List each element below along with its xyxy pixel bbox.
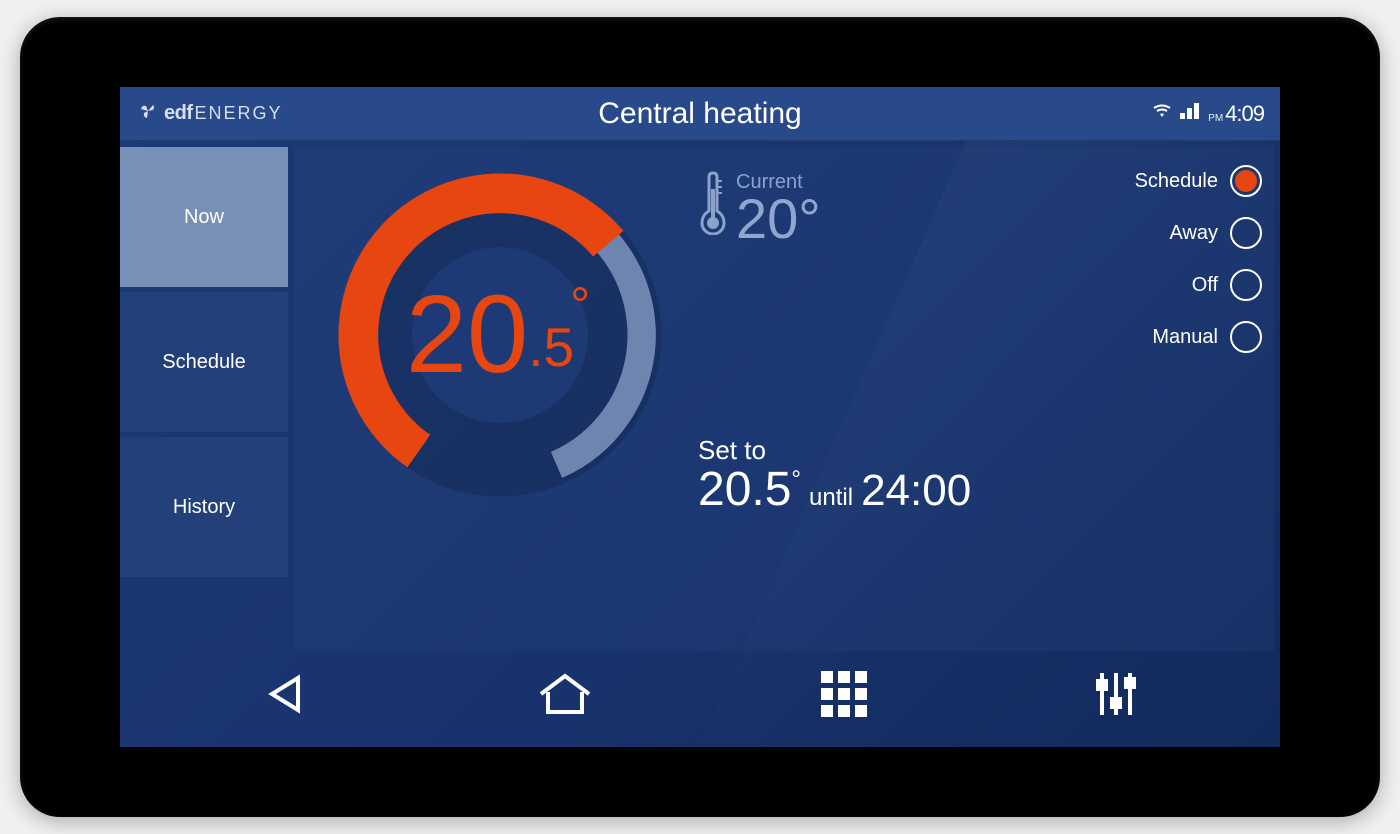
mode-away[interactable]: Away [1135,217,1262,249]
radio-icon [1230,269,1262,301]
swirl-icon [136,99,160,128]
mode-label: Away [1169,222,1218,245]
brand-logo: eDF ENERGY [136,99,283,128]
back-button[interactable] [254,662,318,731]
apps-button[interactable] [811,661,877,732]
mode-manual[interactable]: Manual [1135,321,1262,353]
signal-icon [1180,103,1200,124]
current-value: 20° [736,194,821,244]
clock: PM 4:09 [1208,101,1264,127]
mode-schedule[interactable]: Schedule [1135,165,1262,197]
navbar [120,651,1280,741]
wifi-icon [1152,103,1172,124]
sidebar-item-label: Schedule [162,351,245,374]
temperature-dial[interactable]: 20.5° [330,165,670,505]
mode-selector: Schedule Away Off Manual [1135,165,1262,353]
mode-label: Manual [1152,326,1218,349]
mode-label: Schedule [1135,170,1218,193]
sidebar-item-label: History [173,496,235,519]
radio-icon [1230,321,1262,353]
grid-icon [821,704,867,721]
tab-history[interactable]: History [120,437,288,577]
mode-off[interactable]: Off [1135,269,1262,301]
mode-label: Off [1192,274,1218,297]
current-temperature: Current 20° [694,171,821,244]
radio-icon [1230,217,1262,249]
set-to-block: Set to 20.5 ° until 24:00 [698,435,971,517]
thermometer-icon [694,171,730,240]
sidebar: Now Schedule History [120,147,288,651]
sidebar-item-label: Now [184,206,224,229]
main-panel: 20.5° [294,147,1274,651]
target-temperature: 20.5° [406,280,594,390]
tab-now[interactable]: Now [120,147,288,287]
sliders-icon [1096,704,1136,721]
header: eDF ENERGY Central heating [120,87,1280,141]
set-temperature: 20.5 [698,462,791,517]
status-area: PM 4:09 [1152,101,1264,127]
home-button[interactable] [527,662,603,731]
triangle-back-icon [264,703,308,720]
page-title: Central heating [598,97,801,131]
until-label: until [809,484,853,512]
radio-icon [1230,165,1262,197]
home-icon [537,703,593,720]
until-time: 24:00 [861,466,971,516]
settings-button[interactable] [1086,661,1146,732]
tab-schedule[interactable]: Schedule [120,292,288,432]
